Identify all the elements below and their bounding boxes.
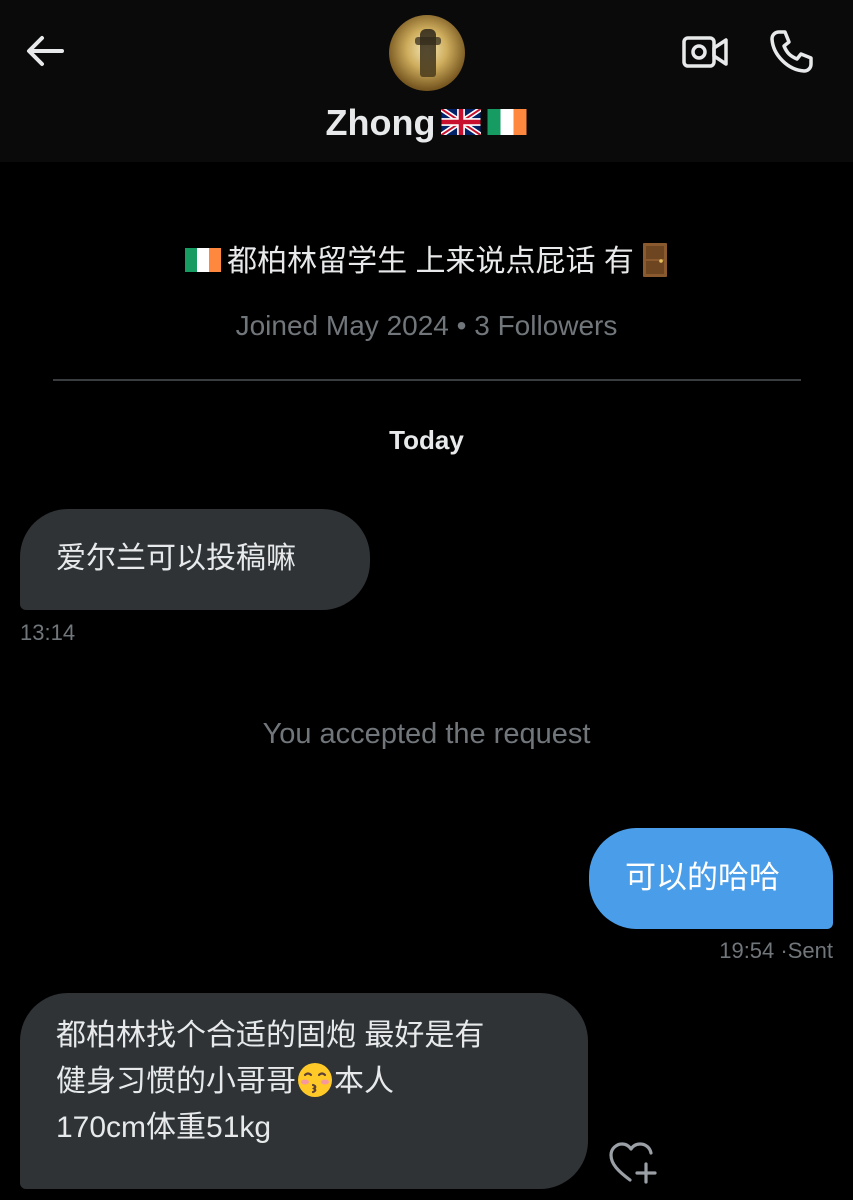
date-separator: Today (389, 425, 464, 455)
incoming-message[interactable]: 爱尔兰可以投稿嘛 (20, 509, 370, 610)
message-line: 都柏林找个合适的固炮 最好是有 (56, 1019, 485, 1052)
contact-name: Zhong (325, 102, 436, 143)
kissing-face-icon (298, 1063, 332, 1098)
contact-avatar[interactable] (389, 15, 465, 91)
message-status: 19:54 ·Sent (719, 936, 833, 966)
video-call-button[interactable] (681, 32, 729, 72)
divider (53, 379, 801, 381)
door-icon (642, 243, 667, 278)
message-timestamp: 19:54 (719, 938, 775, 963)
add-reaction-button[interactable] (608, 1140, 658, 1186)
united-kingdom-flag (441, 109, 482, 136)
system-message: You accepted the request (262, 718, 591, 750)
message-text: 可以的哈哈 (625, 860, 780, 895)
sent-status: ·Sent (780, 938, 833, 963)
message-text: 本人 (334, 1065, 394, 1098)
voice-call-button[interactable] (766, 26, 816, 76)
outgoing-message[interactable]: 可以的哈哈 (589, 828, 833, 929)
profile-joined-info: Joined May 2024 • 3 Followers (235, 310, 618, 341)
profile-bio: 都柏林留学生 上来说点屁话 有 (0, 240, 853, 284)
message-text: 健身习惯的小哥哥 (56, 1065, 296, 1098)
arrow-left-icon (27, 36, 64, 66)
ireland-flag (185, 248, 222, 273)
heart-plus-icon (609, 1142, 657, 1184)
conversation-header: Zhong (0, 0, 853, 162)
bio-text: 都柏林留学生 上来说点屁话 有 (227, 245, 634, 278)
back-button[interactable] (22, 28, 68, 74)
video-camera-icon (682, 36, 728, 68)
incoming-message[interactable]: 都柏林找个合适的固炮 最好是有 健身习惯的小哥哥 本人 170cm体重51kg (20, 993, 588, 1189)
phone-icon (770, 30, 813, 73)
message-text: 爱尔兰可以投稿嘛 (56, 542, 296, 575)
ireland-flag (487, 109, 527, 136)
message-line: 170cm体重51kg (56, 1111, 272, 1144)
message-timestamp: 13:14 (20, 620, 76, 645)
message-line: 健身习惯的小哥哥 本人 (56, 1059, 552, 1105)
contact-name-row[interactable]: Zhong (0, 98, 853, 148)
